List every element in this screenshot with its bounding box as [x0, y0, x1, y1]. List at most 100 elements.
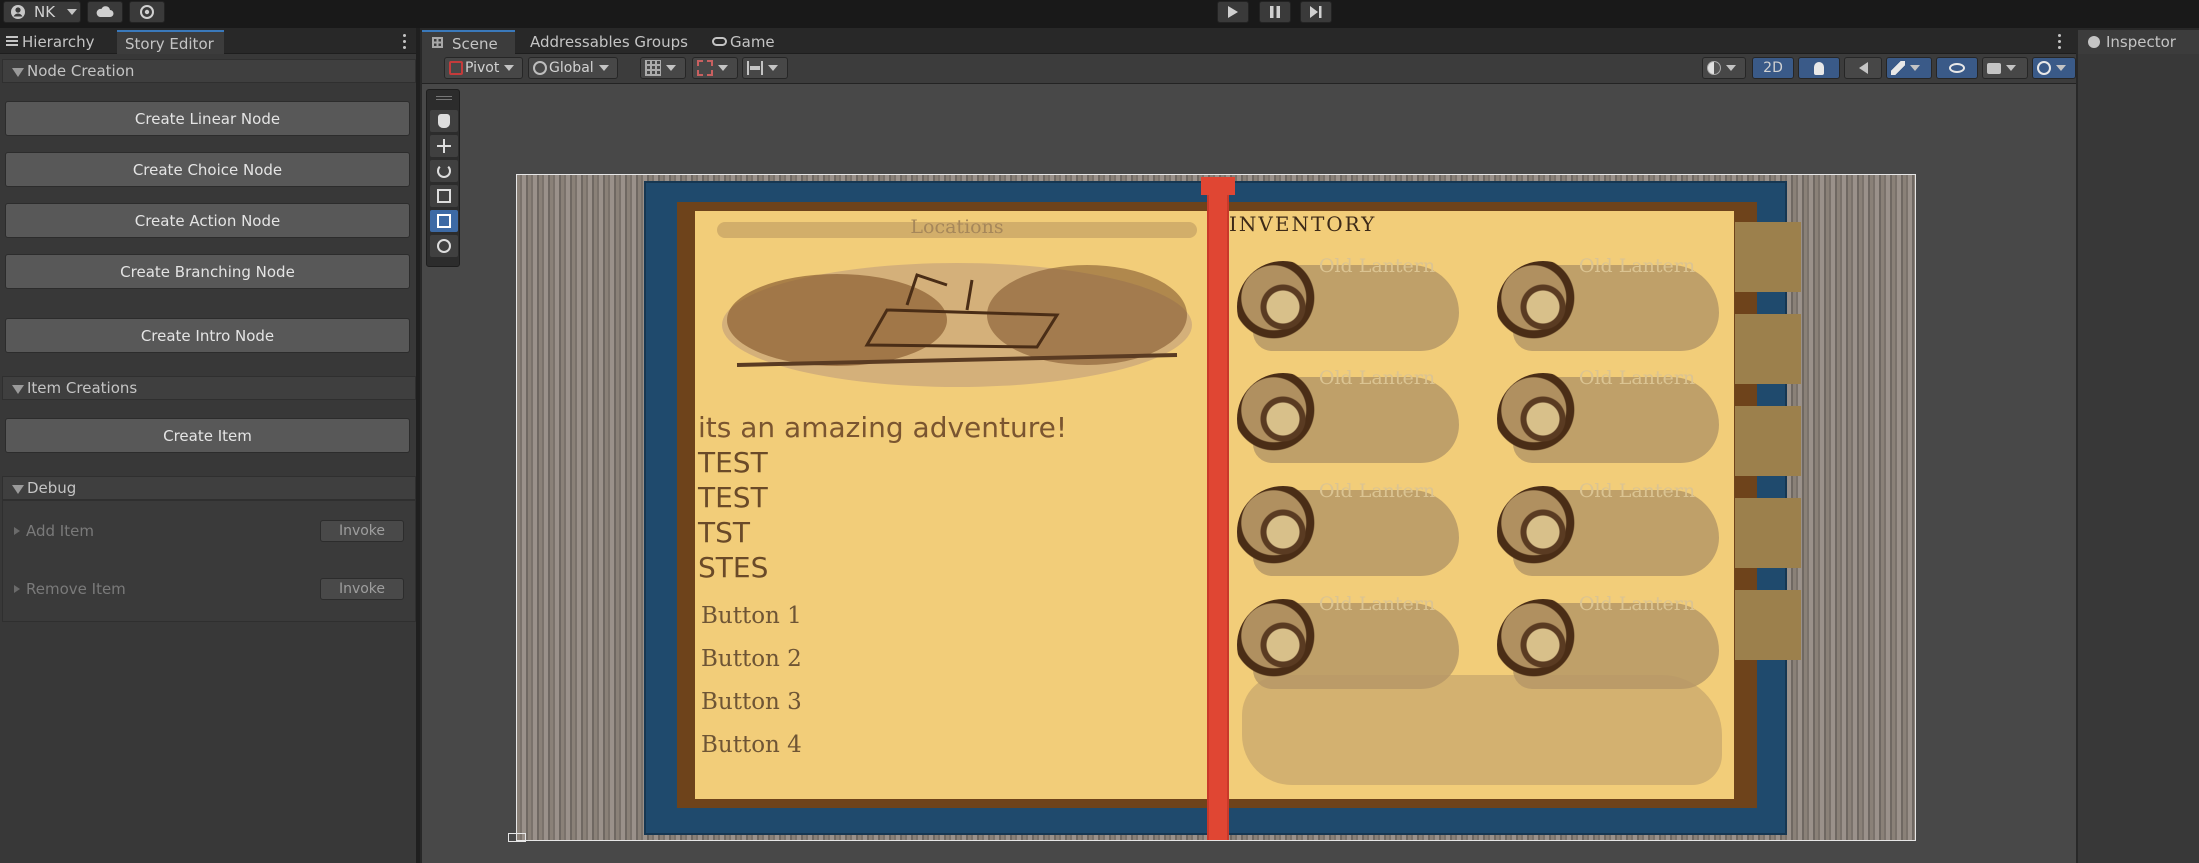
inventory-item[interactable]: Old Lantern [1237, 480, 1459, 580]
debug-row-label: Remove Item [26, 580, 126, 598]
chevron-down-icon [598, 65, 609, 71]
tab-hierarchy[interactable]: Hierarchy [0, 30, 118, 54]
create-branching-node-button[interactable]: Create Branching Node [5, 254, 410, 289]
rect-tool[interactable] [430, 210, 458, 232]
tab-game[interactable]: Game [702, 30, 792, 54]
pivot-dropdown[interactable]: Pivot [444, 57, 523, 79]
story-text-line: TST [698, 516, 750, 549]
more-options-icon[interactable] [2054, 32, 2064, 50]
main-toolbar: NK [0, 0, 2199, 28]
create-intro-node-button[interactable]: Create Intro Node [5, 318, 410, 353]
cloud-button[interactable] [87, 1, 123, 23]
pivot-label: Pivot [465, 60, 500, 76]
audio-toggle[interactable] [1844, 57, 1882, 79]
transform-icon [437, 239, 451, 253]
play-icon [1228, 6, 1238, 18]
choice-button-3[interactable]: Button 3 [701, 689, 802, 715]
inventory-item[interactable]: Old Lantern [1237, 593, 1459, 693]
page-tab[interactable] [1735, 498, 1801, 568]
create-action-node-button[interactable]: Create Action Node [5, 203, 410, 238]
pause-button[interactable] [1259, 1, 1291, 23]
effects-dropdown[interactable] [1886, 57, 1932, 79]
inventory-item[interactable]: Old Lantern [1497, 255, 1719, 355]
page-tab[interactable] [1735, 222, 1801, 292]
foldout-closed-icon [14, 527, 20, 535]
play-button[interactable] [1217, 1, 1249, 23]
ribbon-top [1201, 177, 1235, 195]
choice-button-4[interactable]: Button 4 [701, 732, 802, 758]
tab-story-editor[interactable]: Story Editor [117, 30, 224, 54]
chevron-down-icon [2056, 65, 2066, 71]
foldout-item-creations[interactable]: Item Creations [2, 376, 416, 400]
page-tab[interactable] [1735, 590, 1801, 660]
2d-toggle[interactable]: 2D [1752, 57, 1794, 79]
choice-button-1[interactable]: Button 1 [701, 603, 802, 629]
cloud-icon [96, 6, 114, 17]
increment-snap-dropdown[interactable] [692, 57, 738, 79]
inventory-item-name: Old Lantern [1578, 480, 1696, 502]
step-button[interactable] [1300, 1, 1332, 23]
tab-inspector[interactable]: Inspector [2078, 30, 2199, 54]
page-tab[interactable] [1735, 314, 1801, 384]
lighting-toggle[interactable] [1798, 57, 1840, 79]
collab-button[interactable] [129, 1, 165, 23]
camera-dropdown[interactable] [1982, 57, 2028, 79]
overlay-handle[interactable] [436, 96, 452, 100]
gizmos-dropdown[interactable] [2032, 57, 2076, 79]
pause-icon [1270, 6, 1280, 18]
more-options-icon[interactable] [399, 32, 409, 50]
inventory-item[interactable]: Old Lantern [1497, 367, 1719, 467]
rotate-tool[interactable] [430, 160, 458, 182]
grid-snapping-dropdown[interactable] [640, 57, 686, 79]
create-item-button[interactable]: Create Item [5, 418, 410, 453]
create-choice-node-button[interactable]: Create Choice Node [5, 152, 410, 187]
inventory-item[interactable]: Old Lantern [1237, 255, 1459, 355]
tab-scene[interactable]: Scene [422, 30, 515, 54]
inventory-item[interactable]: Old Lantern [1237, 367, 1459, 467]
create-linear-node-button[interactable]: Create Linear Node [5, 101, 410, 136]
transform-tool[interactable] [430, 235, 458, 257]
step-icon [1310, 6, 1322, 18]
info-icon [2088, 36, 2100, 48]
section-title: Debug [27, 479, 77, 497]
scale-icon [437, 189, 451, 203]
story-text-line: TEST [698, 446, 768, 479]
rotate-icon [437, 164, 451, 178]
hand-tool[interactable] [430, 110, 458, 132]
inventory-item-name: Old Lantern [1318, 255, 1436, 277]
canvas-anchor-handle[interactable] [508, 833, 526, 842]
debug-row-add-item[interactable]: Add Item Invoke [12, 519, 410, 543]
game-canvas[interactable]: Locations its an amazing adventure! TEST… [516, 174, 1916, 841]
account-label: NK [34, 3, 56, 21]
invoke-button[interactable]: Invoke [320, 520, 404, 542]
debug-row-remove-item[interactable]: Remove Item Invoke [12, 577, 410, 601]
global-dropdown[interactable]: Global [528, 57, 618, 79]
tab-addressables-groups[interactable]: Addressables Groups [522, 30, 712, 54]
snap-icon [697, 60, 713, 76]
visibility-toggle[interactable] [1936, 57, 1978, 79]
inventory-item[interactable]: Old Lantern [1497, 480, 1719, 580]
invoke-button[interactable]: Invoke [320, 578, 404, 600]
chevron-down-icon [67, 9, 78, 15]
panel-divider[interactable] [416, 28, 420, 863]
foldout-debug[interactable]: Debug [2, 476, 416, 500]
inventory-item[interactable]: Old Lantern [1497, 593, 1719, 693]
account-button[interactable]: NK [3, 1, 81, 23]
chevron-down-icon [1726, 65, 1736, 71]
inventory-item-name: Old Lantern [1318, 367, 1436, 389]
shading-icon [1707, 61, 1721, 75]
scene-view-panel: Scene Addressables Groups Game Pivot Glo… [422, 28, 2076, 863]
inspector-tabbar: Inspector [2078, 28, 2199, 54]
hand-icon [438, 114, 450, 128]
scale-tool[interactable] [430, 185, 458, 207]
align-dropdown[interactable] [742, 57, 788, 79]
shading-mode-dropdown[interactable] [1702, 57, 1746, 79]
grid-icon [432, 37, 443, 48]
move-tool[interactable] [430, 135, 458, 157]
choice-button-2[interactable]: Button 2 [701, 646, 802, 672]
foldout-node-creation[interactable]: Node Creation [2, 59, 416, 83]
story-text-line: TEST [698, 481, 768, 514]
page-tab[interactable] [1735, 406, 1801, 476]
tab-label: Inspector [2106, 33, 2176, 51]
tools-overlay [426, 89, 460, 267]
